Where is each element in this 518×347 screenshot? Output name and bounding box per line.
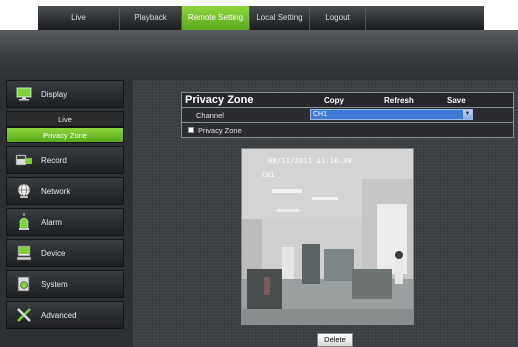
sidebar: Display Live Privacy Zone Record Network…	[6, 80, 124, 332]
system-icon	[15, 276, 33, 292]
sidebar-item-advanced[interactable]: Advanced	[6, 301, 124, 329]
tools-icon	[15, 307, 33, 323]
privacy-zone-header: Privacy Zone Copy Refresh Save	[181, 92, 514, 108]
tab-local-setting[interactable]: Local Setting	[250, 6, 310, 30]
sidebar-item-label: Alarm	[41, 217, 62, 227]
channel-select[interactable]: CH1 ▼	[310, 109, 473, 120]
sidebar-item-label: Advanced	[41, 310, 77, 320]
sidebar-subitem-live[interactable]: Live	[6, 111, 124, 127]
copy-button[interactable]: Copy	[324, 96, 344, 105]
tab-remote-setting[interactable]: Remote Setting	[182, 6, 250, 30]
sidebar-item-record[interactable]: Record	[6, 146, 124, 174]
tab-logout[interactable]: Logout	[310, 6, 366, 30]
channel-value: CH1	[313, 111, 328, 118]
sidebar-item-label: Record	[41, 155, 67, 165]
globe-icon	[15, 183, 33, 199]
film-icon	[15, 152, 33, 168]
sidebar-item-alarm[interactable]: Alarm	[6, 208, 124, 236]
camera-channel-overlay: CH1	[262, 171, 275, 179]
chevron-down-icon[interactable]: ▼	[463, 110, 472, 119]
sidebar-item-system[interactable]: System	[6, 270, 124, 298]
camera-timestamp: 08/11/2011 11:16:30	[268, 157, 352, 165]
tab-live[interactable]: Live	[38, 6, 120, 30]
page-title: Privacy Zone	[185, 94, 254, 106]
privacy-zone-checkbox-label: Privacy Zone	[198, 126, 242, 135]
top-bar: Live Playback Remote Setting Local Setti…	[0, 0, 518, 30]
main-nav: Live Playback Remote Setting Local Setti…	[38, 6, 484, 30]
tab-playback[interactable]: Playback	[120, 6, 182, 30]
delete-button[interactable]: Delete	[317, 333, 353, 347]
privacy-zone-row: Privacy Zone	[181, 123, 514, 138]
refresh-button[interactable]: Refresh	[384, 96, 414, 105]
camera-preview[interactable]: 08/11/2011 11:16:30 CH1	[241, 148, 414, 325]
save-button[interactable]: Save	[447, 96, 466, 105]
siren-icon	[15, 213, 33, 230]
main-panel: Privacy Zone Copy Refresh Save Channel C…	[133, 80, 518, 347]
sidebar-item-display[interactable]: Display	[6, 80, 124, 108]
privacy-zone-checkbox[interactable]	[188, 127, 194, 133]
sidebar-item-network[interactable]: Network	[6, 177, 124, 205]
sidebar-item-label: Network	[41, 186, 71, 196]
sidebar-item-label: System	[41, 279, 68, 289]
sidebar-item-label: Device	[41, 248, 66, 258]
channel-label: Channel	[196, 111, 224, 120]
sidebar-item-device[interactable]: Device	[6, 239, 124, 267]
hdd-icon	[15, 245, 33, 261]
channel-row: Channel CH1 ▼	[181, 108, 514, 123]
sidebar-subitem-privacy-zone[interactable]: Privacy Zone	[6, 127, 124, 143]
monitor-icon	[15, 86, 33, 102]
sidebar-item-label: Display	[41, 89, 68, 99]
